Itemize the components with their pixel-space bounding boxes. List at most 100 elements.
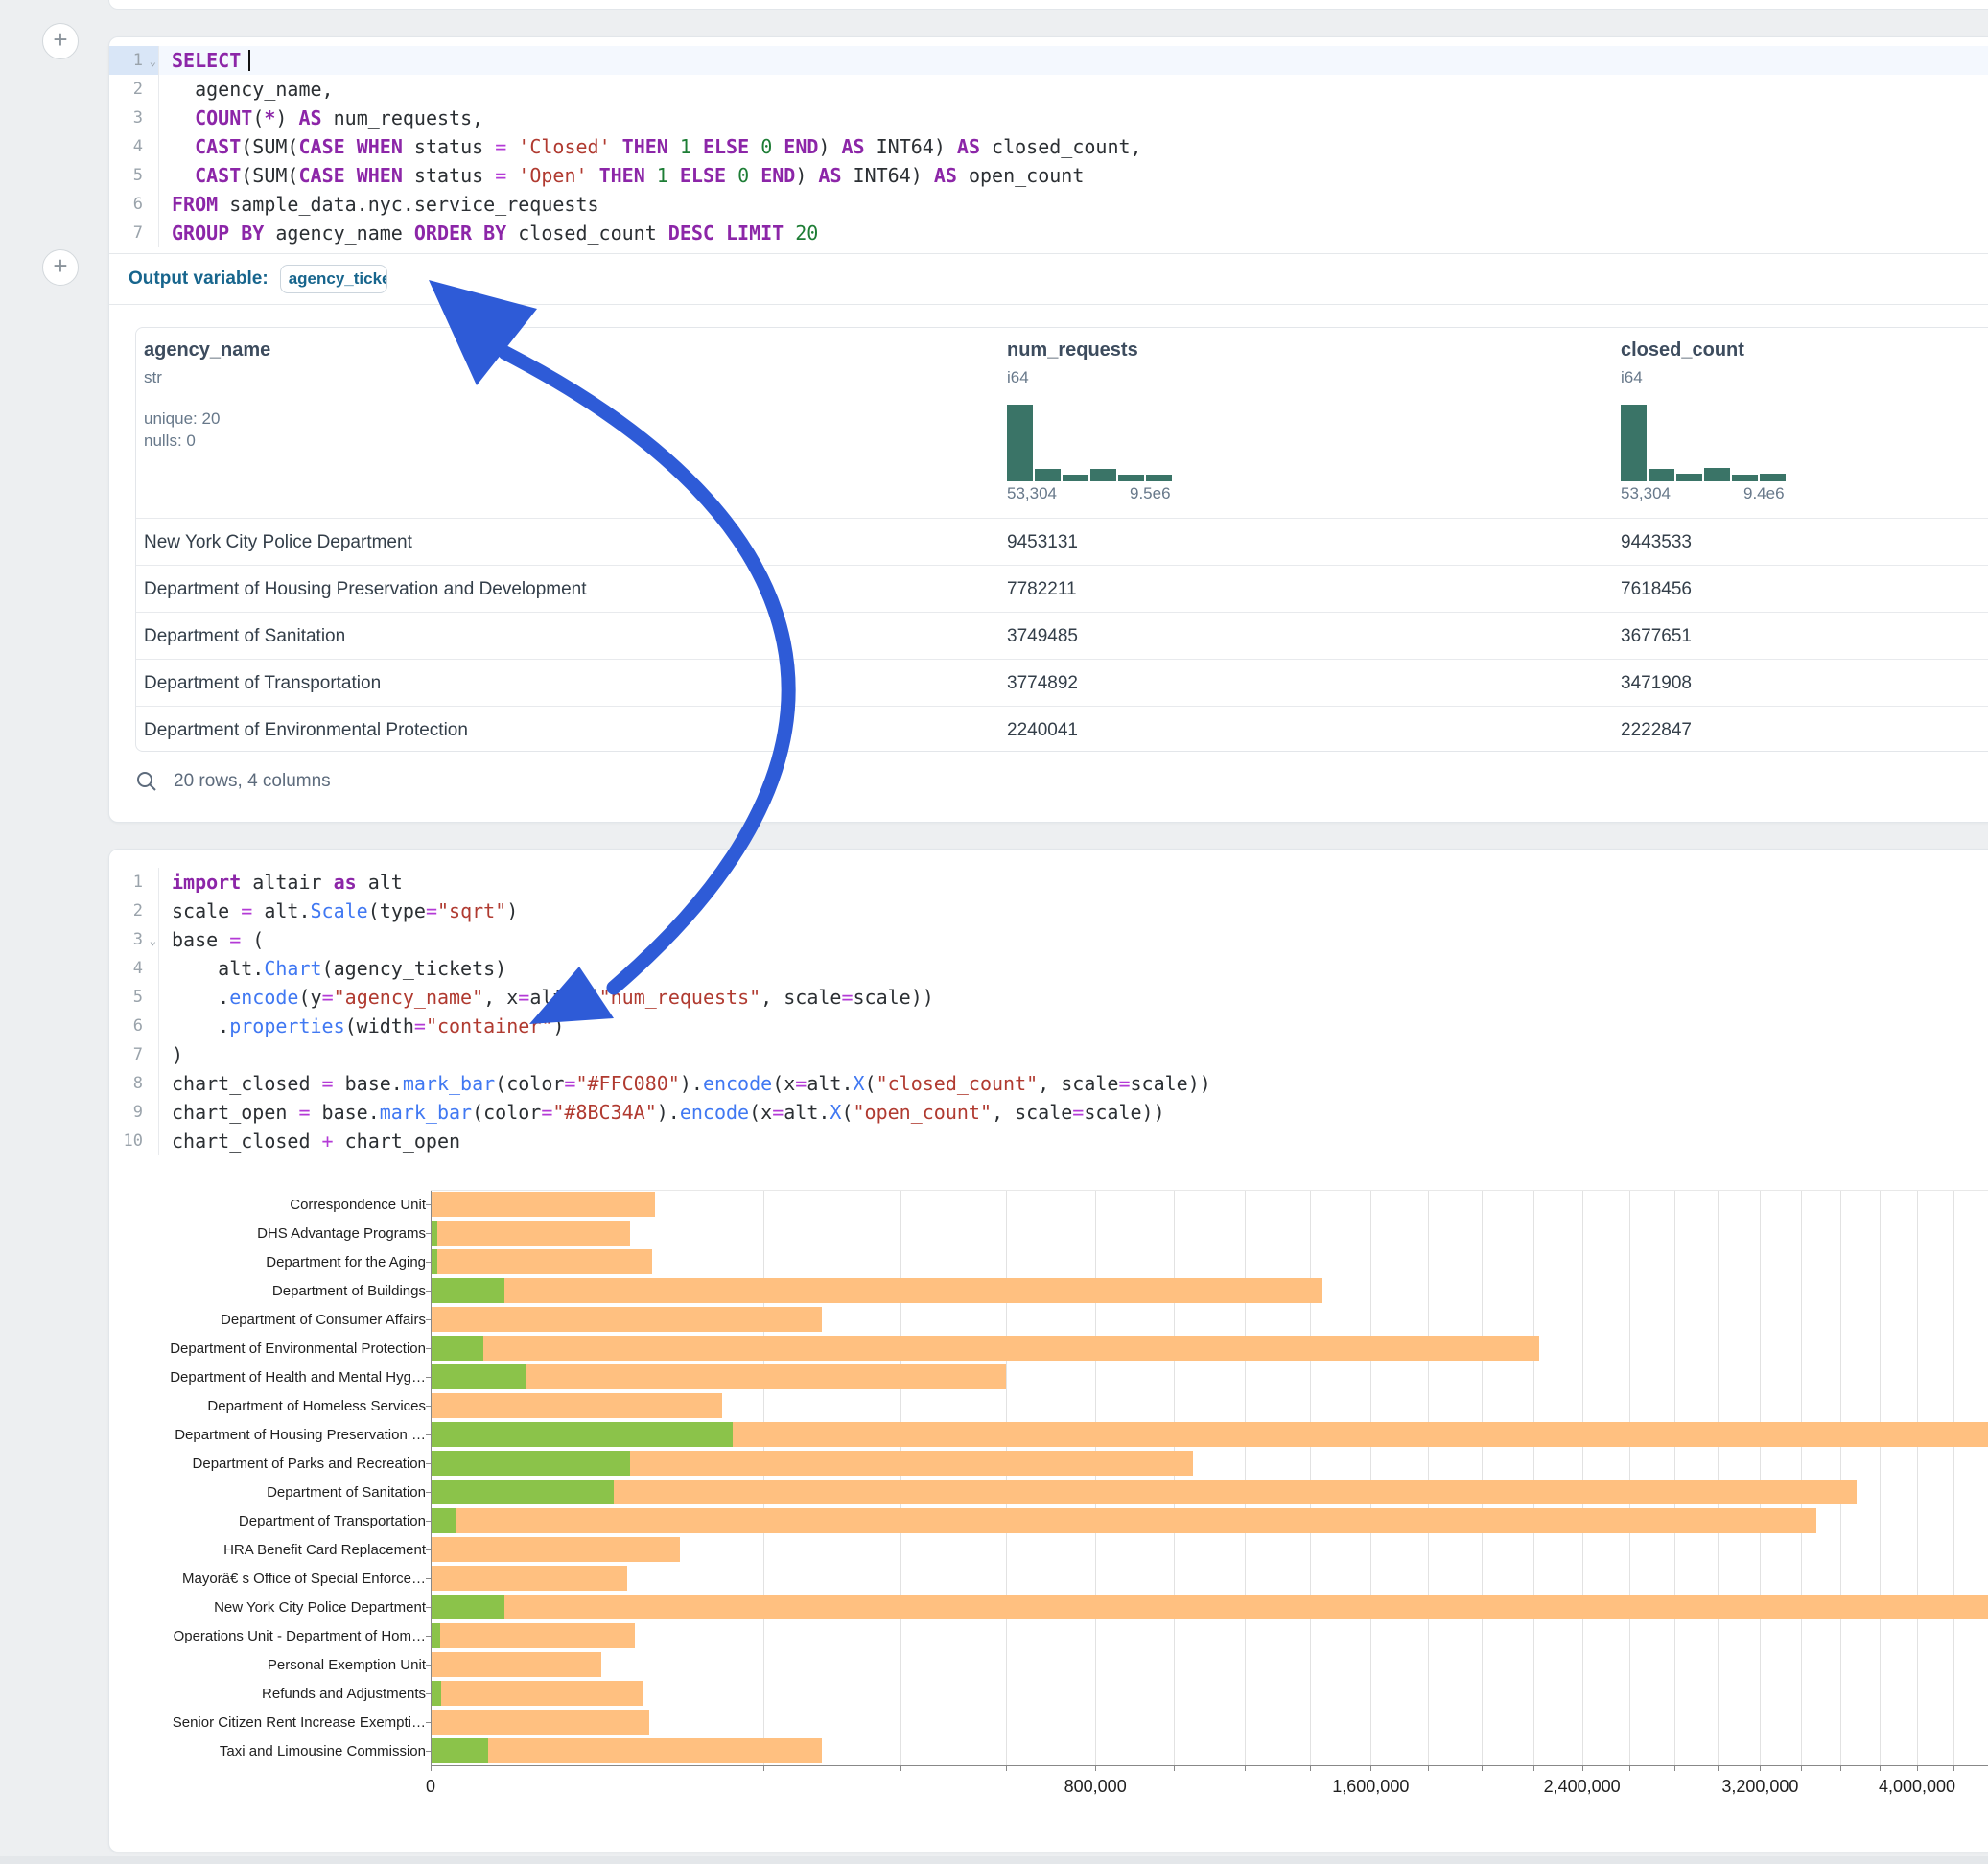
search-icon[interactable]	[135, 770, 158, 793]
column-type: i64	[1007, 368, 1029, 387]
table-row[interactable]: New York City Police Department945313194…	[136, 518, 1988, 566]
table-row[interactable]: Department of Sanitation37494853677651	[136, 612, 1988, 660]
table-cell: 7782211	[1007, 579, 1077, 600]
gridline	[1482, 1190, 1483, 1765]
line-number: 10	[109, 1127, 159, 1155]
code-text: scale = alt.Scale(type="sqrt")	[159, 897, 1988, 925]
code-text: GROUP BY agency_name ORDER BY closed_cou…	[159, 219, 1988, 247]
code-text: .encode(y="agency_name", x=alt.X("num_re…	[159, 983, 1988, 1012]
gridline	[1174, 1190, 1175, 1765]
table-row[interactable]: Department of Environmental Protection22…	[136, 706, 1988, 754]
x-axis-tick	[763, 1765, 764, 1771]
gridline	[1370, 1190, 1371, 1765]
y-axis-label: DHS Advantage Programs	[109, 1225, 426, 1242]
x-axis-label: 3,200,000	[1721, 1777, 1798, 1797]
table-cell: New York City Police Department	[144, 532, 412, 553]
line-number: 7	[109, 1040, 159, 1069]
code-line[interactable]: 7GROUP BY agency_name ORDER BY closed_co…	[109, 219, 1988, 247]
table-cell: 3774892	[1007, 673, 1078, 694]
x-axis-label: 4,000,000	[1879, 1777, 1955, 1797]
sql-editor[interactable]: 1⌄SELECT2 agency_name,3 COUNT(*) AS num_…	[109, 37, 1988, 247]
output-variable-row: Output variable: agency_tickets	[109, 253, 1988, 305]
y-axis-tick	[426, 1521, 431, 1522]
code-line[interactable]: 4 alt.Chart(agency_tickets)	[109, 954, 1988, 983]
bar-closed	[432, 1192, 655, 1217]
y-axis-tick	[426, 1434, 431, 1435]
gridline	[1245, 1190, 1246, 1765]
y-axis-label: Department of Health and Mental Hyg…	[109, 1369, 426, 1386]
code-line[interactable]: 10chart_closed + chart_open	[109, 1127, 1988, 1155]
code-text: FROM sample_data.nyc.service_requests	[159, 190, 1988, 219]
code-text: import altair as alt	[159, 868, 1988, 897]
y-axis-tick	[426, 1578, 431, 1579]
bar-open	[432, 1595, 504, 1619]
code-line[interactable]: 3⌄base = (	[109, 925, 1988, 954]
bar-closed	[432, 1336, 1539, 1361]
code-line[interactable]: 6 .properties(width="container")	[109, 1012, 1988, 1040]
gridline	[1006, 1190, 1007, 1765]
line-number: 3	[109, 104, 159, 132]
y-axis-tick	[426, 1549, 431, 1550]
code-line[interactable]: 1⌄SELECT	[109, 46, 1988, 75]
fold-chevron-icon[interactable]: ⌄	[150, 926, 156, 955]
line-number: 1⌄	[109, 46, 159, 75]
code-text: chart_closed + chart_open	[159, 1127, 1988, 1155]
bar-closed	[432, 1595, 1988, 1619]
previous-cell-edge	[108, 0, 1988, 10]
gridline	[1917, 1190, 1918, 1765]
table-row[interactable]: Department of Transportation 3774892 34719…	[136, 659, 1988, 707]
x-axis-line	[431, 1765, 1988, 1766]
line-number: 4	[109, 132, 159, 161]
column-header[interactable]: num_requests	[1007, 339, 1138, 361]
table-cell: 3471908	[1621, 673, 1692, 694]
sql-cell: 1⌄SELECT2 agency_name,3 COUNT(*) AS num_…	[108, 36, 1988, 823]
y-axis-label: Correspondence Unit	[109, 1197, 426, 1213]
bar-open	[432, 1623, 440, 1648]
add-cell-button[interactable]: +	[42, 249, 79, 286]
line-number: 5	[109, 983, 159, 1012]
line-number: 9	[109, 1098, 159, 1127]
code-line[interactable]: 5 .encode(y="agency_name", x=alt.X("num_…	[109, 983, 1988, 1012]
output-variable-label: Output variable:	[129, 268, 269, 290]
x-axis-tick	[431, 1765, 432, 1771]
code-line[interactable]: 2 agency_name,	[109, 75, 1988, 104]
table-cell: 9453131	[1007, 532, 1078, 553]
y-axis-tick	[426, 1204, 431, 1205]
code-line[interactable]: 7)	[109, 1040, 1988, 1069]
code-line[interactable]: 8chart_closed = base.mark_bar(color="#FF…	[109, 1069, 1988, 1098]
column-stat: nulls: 0	[144, 431, 196, 451]
hist-max-label: 9.4e6	[1743, 484, 1785, 503]
python-editor[interactable]: 1import altair as alt2scale = alt.Scale(…	[109, 850, 1988, 1155]
x-axis-tick	[1840, 1765, 1841, 1771]
y-axis-label: Department of Consumer Affairs	[109, 1312, 426, 1328]
code-line[interactable]: 3 COUNT(*) AS num_requests,	[109, 104, 1988, 132]
gridline	[1801, 1190, 1802, 1765]
add-cell-button[interactable]: +	[42, 23, 79, 59]
python-cell: 1import altair as alt2scale = alt.Scale(…	[108, 849, 1988, 1852]
bar-closed	[432, 1278, 1322, 1303]
fold-chevron-icon[interactable]: ⌄	[150, 47, 156, 76]
code-line[interactable]: 2scale = alt.Scale(type="sqrt")	[109, 897, 1988, 925]
y-axis-label: Department of Sanitation	[109, 1484, 426, 1501]
code-line[interactable]: 4 CAST(SUM(CASE WHEN status = 'Closed' T…	[109, 132, 1988, 161]
notebook-page: + + 1⌄SELECT2 agency_name,3 COUNT(*) AS …	[0, 0, 1988, 1864]
column-type: str	[144, 368, 162, 387]
column-header[interactable]: agency_name	[144, 339, 270, 361]
bar-open	[432, 1451, 630, 1476]
code-line[interactable]: 5 CAST(SUM(CASE WHEN status = 'Open' THE…	[109, 161, 1988, 190]
code-line[interactable]: 9chart_open = base.mark_bar(color="#8BC3…	[109, 1098, 1988, 1127]
code-line[interactable]: 1import altair as alt	[109, 868, 1988, 897]
output-variable-input[interactable]: agency_tickets	[280, 265, 387, 293]
line-number: 3⌄	[109, 925, 159, 954]
line-number: 2	[109, 897, 159, 925]
table-cell: Department of Transportation	[144, 673, 381, 694]
gridline	[1760, 1190, 1761, 1765]
code-line[interactable]: 6FROM sample_data.nyc.service_requests	[109, 190, 1988, 219]
y-axis-label: Department of Buildings	[109, 1283, 426, 1299]
bar-open	[432, 1249, 437, 1274]
x-axis-tick	[1801, 1765, 1802, 1771]
table-footer: 20 rows, 4 columns	[135, 762, 331, 801]
column-header[interactable]: closed_count	[1621, 339, 1744, 361]
table-row[interactable]: Department of Housing Preservation and D…	[136, 565, 1988, 613]
gridline	[1880, 1190, 1881, 1765]
